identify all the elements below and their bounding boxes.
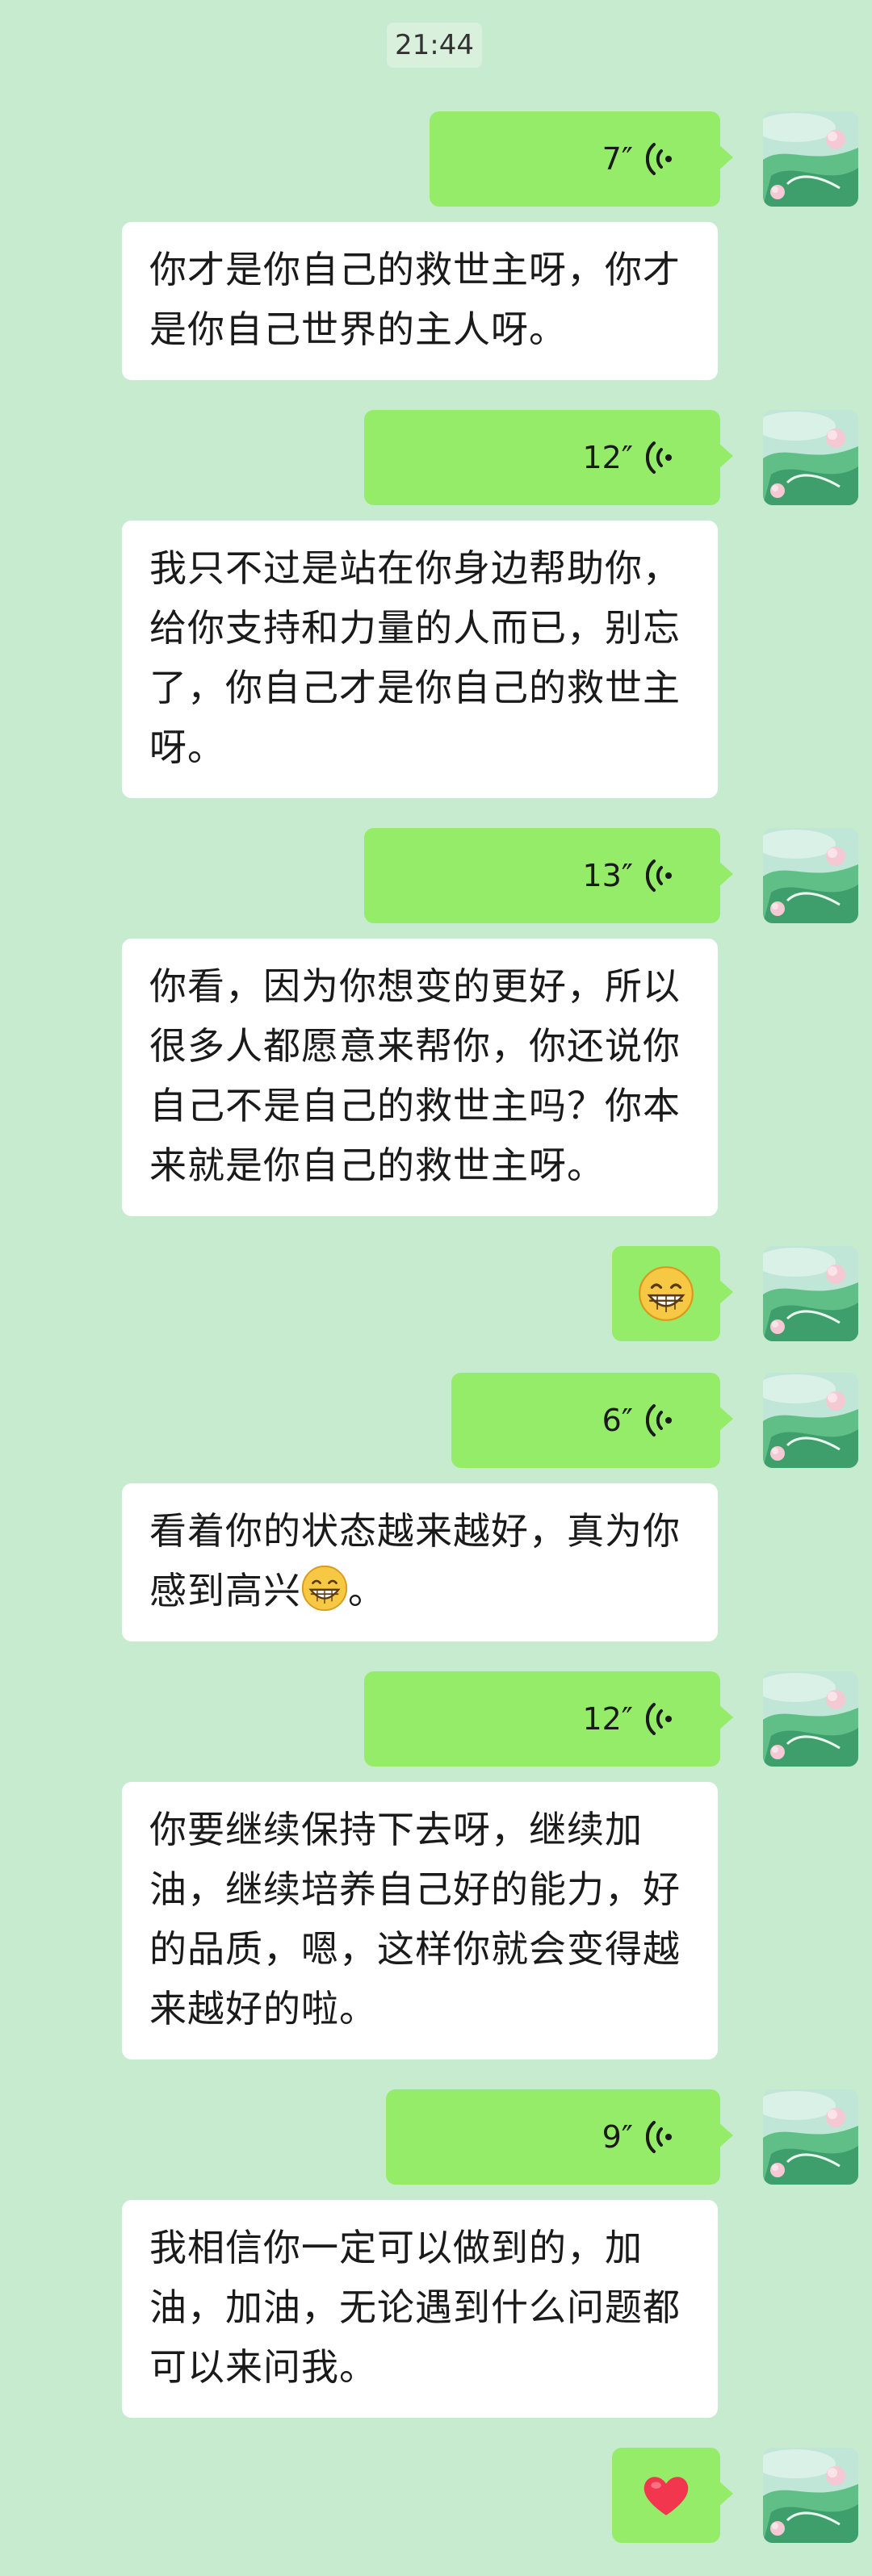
avatar-lotus-icon [763, 2089, 858, 2185]
voice-message[interactable]: 9″ [386, 2089, 733, 2185]
avatar-self[interactable] [763, 2448, 858, 2543]
voice-duration: 6″ [602, 1403, 633, 1438]
message-timestamp: 21:44 [387, 23, 482, 68]
voice-wave-icon [646, 1403, 673, 1437]
emoji-message[interactable] [612, 1246, 733, 1341]
voice-duration: 9″ [602, 2119, 633, 2155]
avatar-lotus-icon [763, 828, 858, 923]
voice-duration: 12″ [582, 1701, 633, 1737]
voice-wave-icon [646, 2120, 673, 2154]
chat-area[interactable]: 21:44 7″ 你才是你自己的救世主呀，你才是你自己世界的主人呀。 12″ 我… [0, 0, 872, 2576]
voice-duration: 13″ [582, 858, 633, 893]
voice-message[interactable]: 7″ [430, 111, 733, 207]
voice-message[interactable]: 12″ [364, 410, 733, 505]
emoji-message[interactable] [612, 2448, 733, 2543]
voice-message[interactable]: 12″ [364, 1671, 733, 1767]
avatar-lotus-icon [763, 1671, 858, 1767]
grinning-face-icon [638, 1265, 694, 1322]
voice-duration: 12″ [582, 440, 633, 475]
text-message[interactable]: 看着你的状态越来越好，真为你感到高兴。 [122, 1483, 718, 1641]
avatar-lotus-icon [763, 2448, 858, 2543]
text-message[interactable]: 我只不过是站在你身边帮助你，给你支持和力量的人而已，别忘了，你自己才是你自己的救… [122, 521, 718, 798]
voice-message[interactable]: 13″ [364, 828, 733, 923]
avatar-self[interactable] [763, 1373, 858, 1468]
avatar-self[interactable] [763, 828, 858, 923]
grinning-face-icon [301, 1565, 348, 1612]
red-heart-icon [639, 2469, 693, 2522]
avatar-lotus-icon [763, 111, 858, 207]
voice-wave-icon [646, 142, 673, 176]
avatar-lotus-icon [763, 1373, 858, 1468]
avatar-self[interactable] [763, 1246, 858, 1341]
avatar-lotus-icon [763, 1246, 858, 1341]
message-text: 看着你的状态越来越好，真为你感到高兴 [149, 1509, 681, 1612]
voice-message[interactable]: 6″ [451, 1373, 733, 1468]
message-text: 。 [348, 1569, 386, 1612]
avatar-self[interactable] [763, 111, 858, 207]
avatar-self[interactable] [763, 410, 858, 505]
voice-wave-icon [646, 859, 673, 893]
text-message[interactable]: 你才是你自己的救世主呀，你才是你自己世界的主人呀。 [122, 222, 718, 380]
text-message[interactable]: 你看，因为你想变的更好，所以很多人都愿意来帮你，你还说你自己不是自己的救世主吗？… [122, 939, 718, 1216]
avatar-self[interactable] [763, 1671, 858, 1767]
voice-wave-icon [646, 441, 673, 475]
voice-wave-icon [646, 1702, 673, 1736]
avatar-lotus-icon [763, 410, 858, 505]
text-message[interactable]: 你要继续保持下去呀，继续加油，继续培养自己好的能力，好的品质，嗯，这样你就会变得… [122, 1782, 718, 2060]
text-message[interactable]: 我相信你一定可以做到的，加油，加油，无论遇到什么问题都可以来问我。 [122, 2200, 718, 2418]
avatar-self[interactable] [763, 2089, 858, 2185]
voice-duration: 7″ [602, 141, 633, 177]
